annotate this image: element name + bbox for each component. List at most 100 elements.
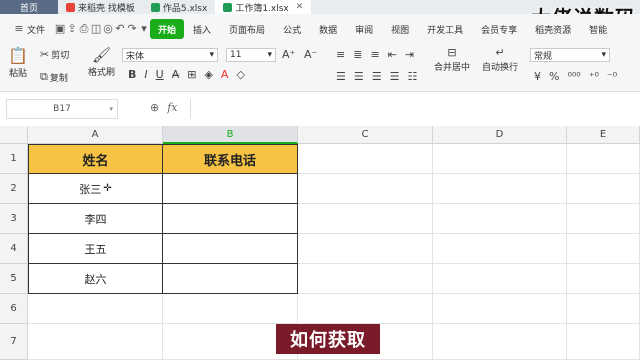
align-center-icon[interactable]: ☰: [354, 70, 364, 83]
tab-docer[interactable]: 稻壳资源: [526, 19, 580, 39]
font-grow-button[interactable]: A⁺: [282, 48, 295, 61]
thousands-icon[interactable]: ⁰⁰⁰: [567, 70, 580, 83]
align-left-icon[interactable]: ☰: [336, 70, 346, 83]
cell-e1[interactable]: [567, 144, 640, 174]
cell-c3[interactable]: [298, 204, 433, 234]
tab-data[interactable]: 数据: [310, 19, 346, 39]
tab-works5[interactable]: 作品5.xlsx: [143, 0, 215, 14]
cell-c5[interactable]: [298, 264, 433, 294]
align-middle-icon[interactable]: ≣: [353, 48, 362, 61]
increase-decimal-icon[interactable]: ⁺⁰: [589, 70, 599, 83]
row-header-5[interactable]: 5: [0, 264, 28, 294]
tab-review[interactable]: 审阅: [346, 19, 382, 39]
formula-input[interactable]: [190, 99, 640, 119]
cell-d5[interactable]: [433, 264, 567, 294]
cell-e2[interactable]: [567, 174, 640, 204]
tab-member[interactable]: 会员专享: [472, 19, 526, 39]
column-header-c[interactable]: C: [298, 126, 433, 144]
cell-b1-phone-header[interactable]: 联系电话: [162, 144, 298, 174]
tab-view[interactable]: 视图: [382, 19, 418, 39]
cell-a1-name-header[interactable]: 姓名: [28, 144, 163, 174]
cell-a3[interactable]: 李四: [28, 204, 163, 234]
cell-d7[interactable]: [433, 324, 567, 360]
border-icon[interactable]: ⊞: [187, 68, 196, 81]
column-header-d[interactable]: D: [433, 126, 567, 144]
cell-b2[interactable]: [163, 174, 298, 204]
font-size-select[interactable]: 11 ▾: [226, 48, 276, 62]
merge-center-button[interactable]: ⊟ 合并居中: [434, 46, 470, 73]
export-icon[interactable]: ⇪: [66, 23, 78, 35]
row-header-3[interactable]: 3: [0, 204, 28, 234]
column-header-b[interactable]: B: [163, 126, 298, 144]
cell-e5[interactable]: [567, 264, 640, 294]
preview-icon[interactable]: ◫: [90, 23, 102, 35]
justify-icon[interactable]: ☰: [390, 70, 400, 83]
paste-button[interactable]: 📋 粘贴: [8, 46, 28, 79]
row-header-4[interactable]: 4: [0, 234, 28, 264]
dropdown-icon[interactable]: ▾: [138, 23, 150, 35]
cell-c1[interactable]: [298, 144, 433, 174]
align-right-icon[interactable]: ☰: [372, 70, 382, 83]
screenshot-icon[interactable]: ◎: [102, 23, 114, 35]
cut-button[interactable]: ✂ 剪切: [40, 48, 69, 61]
cell-b6[interactable]: [163, 294, 298, 324]
file-menu[interactable]: ≡ 文件: [4, 19, 54, 39]
row-header-1[interactable]: 1: [0, 144, 28, 174]
cell-e7[interactable]: [567, 324, 640, 360]
select-all-corner[interactable]: [0, 126, 28, 144]
name-box[interactable]: B17 ▾: [6, 99, 118, 119]
cell-d4[interactable]: [433, 234, 567, 264]
row-header-2[interactable]: 2: [0, 174, 28, 204]
cell-e3[interactable]: [567, 204, 640, 234]
cell-c4[interactable]: [298, 234, 433, 264]
tab-formula[interactable]: 公式: [274, 19, 310, 39]
number-format-select[interactable]: 常规 ▾: [530, 48, 610, 62]
cell-a7[interactable]: [28, 324, 163, 360]
decrease-decimal-icon[interactable]: ⁻⁰: [607, 70, 617, 83]
cell-a5[interactable]: 赵六: [28, 264, 163, 294]
tab-page-layout[interactable]: 页面布局: [220, 19, 274, 39]
copy-button[interactable]: ⧉ 复制: [40, 70, 68, 84]
undo-icon[interactable]: ↶: [114, 23, 126, 35]
tab-workbook1[interactable]: 工作簿1.xlsx ✕: [215, 0, 312, 14]
underline-icon[interactable]: U: [156, 68, 164, 81]
fx-icon[interactable]: fx: [167, 101, 177, 114]
cell-c6[interactable]: [298, 294, 433, 324]
format-painter-button[interactable]: 🖌 格式刷: [88, 46, 115, 78]
align-top-icon[interactable]: ≡: [336, 48, 345, 61]
strikethrough-icon[interactable]: A̶: [172, 68, 180, 81]
indent-increase-icon[interactable]: ⇥: [405, 48, 414, 61]
save-icon[interactable]: ▣: [54, 23, 66, 35]
percent-icon[interactable]: %: [549, 70, 559, 83]
column-header-e[interactable]: E: [567, 126, 640, 144]
cell-c2[interactable]: [298, 174, 433, 204]
cell-d6[interactable]: [433, 294, 567, 324]
zoom-search-icon[interactable]: ⊕: [150, 101, 159, 114]
font-name-select[interactable]: 宋体 ▾: [122, 48, 218, 62]
cell-b3[interactable]: [163, 204, 298, 234]
tab-smart[interactable]: 智能: [580, 19, 616, 39]
fill-color-icon[interactable]: ◈: [204, 68, 212, 81]
cell-d1[interactable]: [433, 144, 567, 174]
currency-icon[interactable]: ¥: [534, 70, 541, 83]
indent-decrease-icon[interactable]: ⇤: [388, 48, 397, 61]
tab-template[interactable]: 来稻壳 找模板: [58, 0, 143, 14]
cell-e4[interactable]: [567, 234, 640, 264]
row-header-7[interactable]: 7: [0, 324, 28, 360]
tab-developer[interactable]: 开发工具: [418, 19, 472, 39]
column-header-a[interactable]: A: [28, 126, 163, 144]
tab-home[interactable]: 首页: [0, 0, 58, 14]
cell-e6[interactable]: [567, 294, 640, 324]
redo-icon[interactable]: ↷: [126, 23, 138, 35]
cell-a2[interactable]: 张三 ✛: [28, 174, 163, 204]
cell-a6[interactable]: [28, 294, 163, 324]
row-header-6[interactable]: 6: [0, 294, 28, 324]
italic-icon[interactable]: I: [144, 68, 147, 81]
cell-b4[interactable]: [163, 234, 298, 264]
tab-insert[interactable]: 插入: [184, 19, 220, 39]
cell-d3[interactable]: [433, 204, 567, 234]
cell-d2[interactable]: [433, 174, 567, 204]
close-icon[interactable]: ✕: [296, 2, 304, 12]
align-bottom-icon[interactable]: ≡: [370, 48, 379, 61]
font-color-icon[interactable]: A: [221, 68, 229, 81]
